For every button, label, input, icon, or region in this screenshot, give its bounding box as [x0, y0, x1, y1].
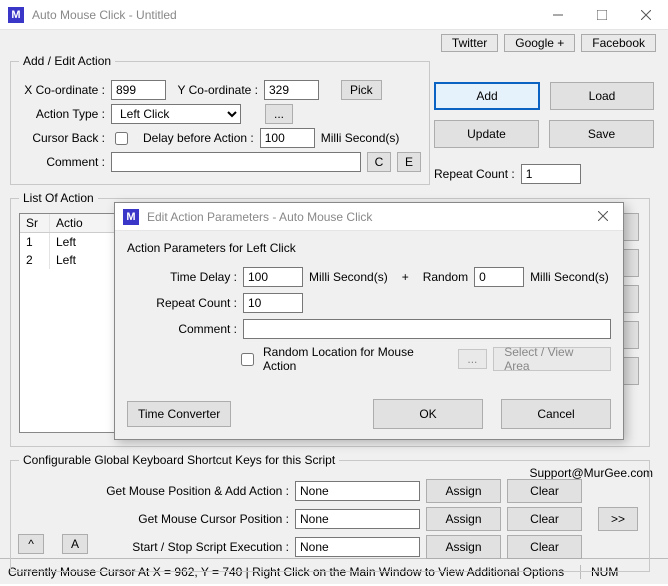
dialog-titlebar: M Edit Action Parameters - Auto Mouse Cl… — [115, 203, 623, 231]
pick-button[interactable]: Pick — [341, 80, 382, 100]
sc-val-0[interactable] — [295, 481, 420, 501]
list-legend: List Of Action — [19, 191, 98, 205]
delay-label: Delay before Action : — [143, 131, 254, 145]
shortcuts-legend: Configurable Global Keyboard Shortcut Ke… — [19, 453, 339, 467]
assign-button-0[interactable]: Assign — [426, 479, 501, 503]
edit-action-dialog: M Edit Action Parameters - Auto Mouse Cl… — [114, 202, 624, 440]
twitter-link[interactable]: Twitter — [441, 34, 498, 52]
add-button[interactable]: Add — [434, 82, 540, 110]
timedelay-unit: Milli Second(s) — [309, 270, 388, 284]
add-edit-legend: Add / Edit Action — [19, 54, 115, 68]
actiontype-more-button[interactable]: ... — [265, 104, 293, 124]
random-unit: Milli Second(s) — [530, 270, 609, 284]
facebook-link[interactable]: Facebook — [581, 34, 656, 52]
random-label: Random — [423, 270, 468, 284]
x-label: X Co-ordinate : — [19, 83, 105, 97]
save-button[interactable]: Save — [549, 120, 654, 148]
load-button[interactable]: Load — [550, 82, 654, 110]
social-links-row: Twitter Google + Facebook — [441, 34, 656, 52]
main-titlebar: M Auto Mouse Click - Untitled — [0, 0, 668, 30]
x-input[interactable] — [111, 80, 166, 100]
select-area-button: Select / View Area — [493, 347, 611, 371]
dialog-title: Edit Action Parameters - Auto Mouse Clic… — [147, 210, 583, 224]
dialog-heading: Action Parameters for Left Click — [127, 241, 611, 255]
main-buttons-column: Add Load Update Save Repeat Count : — [434, 82, 654, 184]
y-input[interactable] — [264, 80, 319, 100]
caret-up-button[interactable]: ^ — [18, 534, 44, 554]
app-icon: M — [8, 7, 24, 23]
c-button[interactable]: C — [367, 152, 391, 172]
comment-label: Comment : — [19, 155, 105, 169]
a-button[interactable]: A — [62, 534, 88, 554]
cursorback-checkbox[interactable] — [115, 132, 128, 145]
googleplus-link[interactable]: Google + — [504, 34, 575, 52]
delay-unit: Milli Second(s) — [321, 131, 400, 145]
y-label: Y Co-ordinate : — [172, 83, 258, 97]
shortcuts-group: Configurable Global Keyboard Shortcut Ke… — [10, 453, 650, 572]
modal-repeat-input[interactable] — [243, 293, 303, 313]
cursorback-label: Cursor Back : — [19, 131, 105, 145]
clear-button-2[interactable]: Clear — [507, 535, 582, 559]
ok-button[interactable]: OK — [373, 399, 483, 429]
col-sr: Sr — [20, 214, 50, 232]
modal-comment-label: Comment : — [127, 322, 237, 336]
sc-lbl-0: Get Mouse Position & Add Action : — [19, 484, 289, 498]
minimize-button[interactable] — [536, 0, 580, 30]
timedelay-label: Time Delay : — [127, 270, 237, 284]
update-button[interactable]: Update — [434, 120, 539, 148]
plus-label: + — [402, 270, 409, 284]
delay-input[interactable] — [260, 128, 315, 148]
time-converter-button[interactable]: Time Converter — [127, 401, 231, 427]
clear-button-0[interactable]: Clear — [507, 479, 582, 503]
actiontype-select[interactable]: Left Click — [111, 104, 241, 124]
timedelay-input[interactable] — [243, 267, 303, 287]
area-more-button: ... — [458, 349, 488, 369]
cancel-button[interactable]: Cancel — [501, 399, 611, 429]
repeatcount-label: Repeat Count : — [434, 167, 515, 181]
sc-val-2[interactable] — [295, 537, 420, 557]
randomlocation-label: Random Location for Mouse Action — [263, 345, 446, 373]
more-button[interactable]: >> — [598, 507, 638, 531]
random-input[interactable] — [474, 267, 524, 287]
window-title: Auto Mouse Click - Untitled — [32, 8, 536, 22]
sc-lbl-1: Get Mouse Cursor Position : — [19, 512, 289, 526]
close-button[interactable] — [624, 0, 668, 30]
dialog-close-button[interactable] — [583, 210, 623, 224]
dialog-app-icon: M — [123, 209, 139, 225]
actiontype-label: Action Type : — [19, 107, 105, 121]
comment-input[interactable] — [111, 152, 361, 172]
sc-val-1[interactable] — [295, 509, 420, 529]
add-edit-group: Add / Edit Action X Co-ordinate : Y Co-o… — [10, 54, 430, 185]
repeatcount-input[interactable] — [521, 164, 581, 184]
corner-buttons: ^ A — [18, 534, 88, 554]
assign-button-1[interactable]: Assign — [426, 507, 501, 531]
modal-repeat-label: Repeat Count : — [127, 296, 237, 310]
e-button[interactable]: E — [397, 152, 421, 172]
randomlocation-checkbox[interactable] — [241, 353, 254, 366]
modal-comment-input[interactable] — [243, 319, 611, 339]
clear-button-1[interactable]: Clear — [507, 507, 582, 531]
maximize-button[interactable] — [580, 0, 624, 30]
client-area: Twitter Google + Facebook Add / Edit Act… — [0, 30, 668, 558]
assign-button-2[interactable]: Assign — [426, 535, 501, 559]
